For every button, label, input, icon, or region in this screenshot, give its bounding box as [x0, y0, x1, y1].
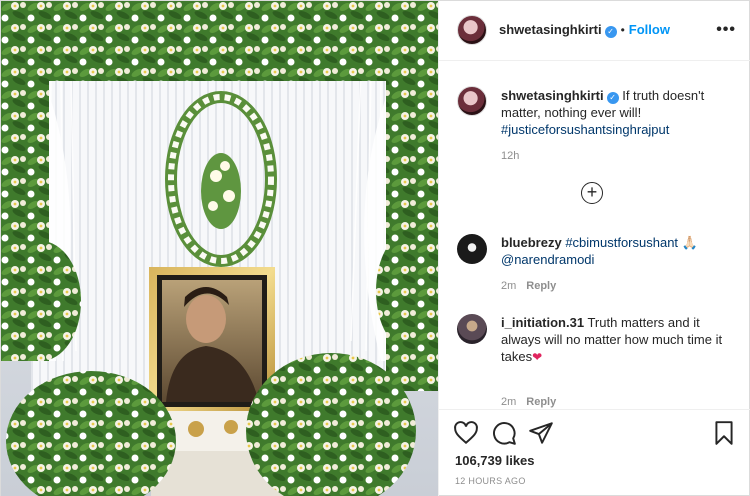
commenter-avatar[interactable] [457, 234, 487, 264]
author-username[interactable]: shwetasinghkirti [499, 22, 602, 37]
post-side-panel: shwetasinghkirti ✓ • Follow ••• shwetasingh… [438, 1, 750, 496]
action-bar [439, 409, 750, 454]
post-image[interactable] [1, 1, 438, 496]
floral-tribute-photo [1, 1, 438, 496]
save-bookmark-icon[interactable] [711, 420, 737, 446]
reply-button[interactable]: Reply [526, 280, 556, 292]
share-plane-icon[interactable] [528, 420, 554, 446]
comment-mention[interactable]: @narendramodi [501, 252, 594, 267]
commenter-avatar[interactable] [457, 314, 487, 344]
comment-bubble-icon[interactable] [491, 420, 517, 446]
load-more-comments-icon[interactable]: + [581, 182, 603, 204]
comment-timestamp[interactable]: 2m [501, 396, 516, 408]
comments-section: shwetasinghkirti ✓ If truth doesn't matte… [439, 62, 750, 409]
comment-meta: 2m Reply [501, 280, 556, 292]
caption-timestamp[interactable]: 12h [501, 150, 519, 162]
comment-text-block: bluebrezy #cbimustforsushant 🙏🏻 @narendr… [501, 234, 731, 268]
comment-emoji: 🙏🏻 [681, 235, 698, 250]
instagram-post: shwetasinghkirti ✓ • Follow ••• shwetasingh… [0, 0, 750, 496]
verified-badge-icon: ✓ [604, 26, 617, 38]
like-heart-icon[interactable] [453, 420, 479, 446]
comment-text-block: i_initiation.31 Truth matters and it alw… [501, 314, 731, 366]
caption-hashtag[interactable]: #justiceforsushantsinghrajput [501, 122, 669, 137]
author-line: shwetasinghkirti ✓ • Follow [499, 22, 670, 38]
follow-button[interactable]: Follow [629, 22, 670, 37]
post-timestamp[interactable]: 12 HOURS AGO [455, 476, 526, 486]
likes-count[interactable]: 106,739 likes [455, 453, 535, 468]
comment-username[interactable]: bluebrezy [501, 235, 562, 250]
caption-username[interactable]: shwetasinghkirti [501, 88, 604, 103]
verified-badge-icon: ✓ [606, 92, 619, 104]
comment-username[interactable]: i_initiation.31 [501, 315, 584, 330]
comment-meta: 2m Reply [501, 396, 556, 408]
caption-avatar[interactable] [457, 86, 487, 116]
caption-text-block: shwetasinghkirti ✓ If truth doesn't matte… [501, 87, 741, 138]
heart-emoji: ❤ [532, 350, 543, 364]
post-header: shwetasinghkirti ✓ • Follow ••• [439, 1, 750, 61]
separator-dot: • [620, 23, 625, 37]
reply-button[interactable]: Reply [526, 396, 556, 408]
comment-hashtag[interactable]: #cbimustforsushant [565, 235, 678, 250]
author-avatar[interactable] [457, 15, 487, 45]
more-options-icon[interactable]: ••• [716, 21, 736, 39]
comment-timestamp[interactable]: 2m [501, 280, 516, 292]
